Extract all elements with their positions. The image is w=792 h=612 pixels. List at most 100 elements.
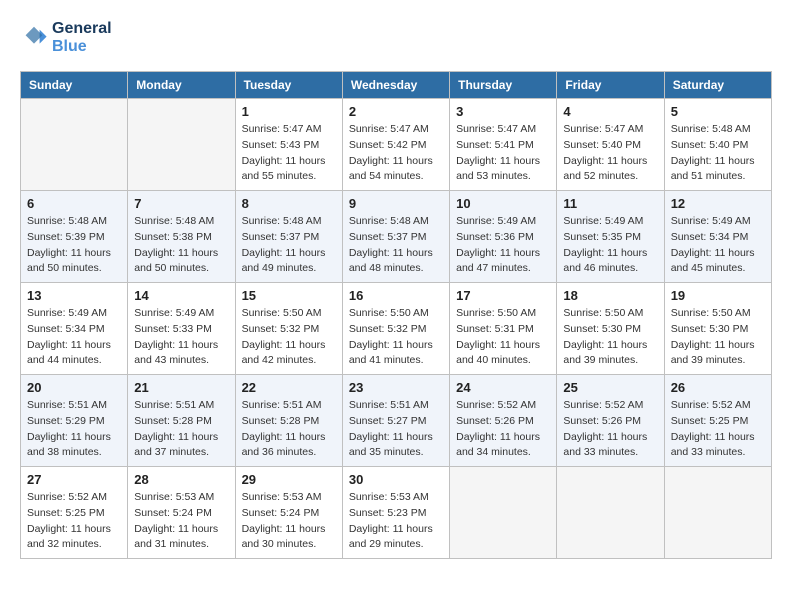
day-number: 21 <box>134 380 228 395</box>
day-number: 8 <box>242 196 336 211</box>
calendar-cell: 18 Sunrise: 5:50 AMSunset: 5:30 PMDayligh… <box>557 283 664 375</box>
calendar-cell: 30Sunrise: 5:53 AMSunset: 5:23 PMDayligh… <box>342 467 449 559</box>
day-info: Sunrise: 5:50 AMSunset: 5:31 PMDaylight:… <box>456 306 550 369</box>
calendar-cell: 29 Sunrise: 5:53 AMSunset: 5:24 PMDayligh… <box>235 467 342 559</box>
weekday-header-row: SundayMondayTuesdayWednesdayThursdayFrid… <box>21 72 772 99</box>
day-number: 14 <box>134 288 228 303</box>
calendar-cell <box>557 467 664 559</box>
day-number: 9 <box>349 196 443 211</box>
day-info: Sunrise: 5:52 AMSunset: 5:25 PMDaylight:… <box>27 490 121 553</box>
calendar-cell <box>128 99 235 191</box>
day-number: 12 <box>671 196 765 211</box>
day-number: 18 <box>563 288 657 303</box>
calendar-cell: 9 Sunrise: 5:48 AMSunset: 5:37 PMDaylight… <box>342 191 449 283</box>
day-info: Sunrise: 5:53 AMSunset: 5:24 PMDaylight:… <box>242 490 336 553</box>
weekday-header-tuesday: Tuesday <box>235 72 342 99</box>
day-number: 7 <box>134 196 228 211</box>
day-info: Sunrise: 5:52 AMSunset: 5:26 PMDaylight:… <box>563 398 657 461</box>
day-info: Sunrise: 5:52 AMSunset: 5:25 PMDaylight:… <box>671 398 765 461</box>
day-number: 11 <box>563 196 657 211</box>
calendar-cell <box>450 467 557 559</box>
day-number: 29 <box>242 472 336 487</box>
day-info: Sunrise: 5:49 AMSunset: 5:34 PMDaylight:… <box>27 306 121 369</box>
day-info: Sunrise: 5:53 AMSunset: 5:24 PMDaylight:… <box>134 490 228 553</box>
day-info: Sunrise: 5:51 AMSunset: 5:28 PMDaylight:… <box>242 398 336 461</box>
logo: General Blue <box>20 20 112 55</box>
day-number: 10 <box>456 196 550 211</box>
day-info: Sunrise: 5:49 AMSunset: 5:36 PMDaylight:… <box>456 214 550 277</box>
day-number: 15 <box>242 288 336 303</box>
calendar-cell: 19Sunrise: 5:50 AMSunset: 5:30 PMDayligh… <box>664 283 771 375</box>
day-info: Sunrise: 5:47 AMSunset: 5:41 PMDaylight:… <box>456 122 550 185</box>
calendar-cell: 14 Sunrise: 5:49 AMSunset: 5:33 PMDayligh… <box>128 283 235 375</box>
calendar-cell: 24 Sunrise: 5:52 AMSunset: 5:26 PMDayligh… <box>450 375 557 467</box>
calendar-cell: 7 Sunrise: 5:48 AMSunset: 5:38 PMDaylight… <box>128 191 235 283</box>
day-number: 23 <box>349 380 443 395</box>
day-info: Sunrise: 5:50 AMSunset: 5:32 PMDaylight:… <box>242 306 336 369</box>
day-number: 16 <box>349 288 443 303</box>
calendar-cell: 4Sunrise: 5:47 AMSunset: 5:40 PMDaylight… <box>557 99 664 191</box>
day-number: 24 <box>456 380 550 395</box>
calendar-cell: 6 Sunrise: 5:48 AMSunset: 5:39 PMDaylight… <box>21 191 128 283</box>
calendar-week-row: 27 Sunrise: 5:52 AMSunset: 5:25 PMDayligh… <box>21 467 772 559</box>
calendar-week-row: 6 Sunrise: 5:48 AMSunset: 5:39 PMDaylight… <box>21 191 772 283</box>
weekday-header-thursday: Thursday <box>450 72 557 99</box>
day-number: 19 <box>671 288 765 303</box>
day-info: Sunrise: 5:51 AMSunset: 5:28 PMDaylight:… <box>134 398 228 461</box>
calendar-cell: 5 Sunrise: 5:48 AMSunset: 5:40 PMDaylight… <box>664 99 771 191</box>
day-info: Sunrise: 5:49 AMSunset: 5:34 PMDaylight:… <box>671 214 765 277</box>
calendar-cell: 12 Sunrise: 5:49 AMSunset: 5:34 PMDayligh… <box>664 191 771 283</box>
day-number: 30 <box>349 472 443 487</box>
day-number: 13 <box>27 288 121 303</box>
day-info: Sunrise: 5:48 AMSunset: 5:37 PMDaylight:… <box>242 214 336 277</box>
weekday-header-saturday: Saturday <box>664 72 771 99</box>
calendar-cell: 2Sunrise: 5:47 AMSunset: 5:42 PMDaylight… <box>342 99 449 191</box>
day-info: Sunrise: 5:48 AMSunset: 5:38 PMDaylight:… <box>134 214 228 277</box>
weekday-header-monday: Monday <box>128 72 235 99</box>
day-info: Sunrise: 5:47 AMSunset: 5:43 PMDaylight:… <box>242 122 336 185</box>
day-number: 6 <box>27 196 121 211</box>
calendar-cell: 10 Sunrise: 5:49 AMSunset: 5:36 PMDayligh… <box>450 191 557 283</box>
calendar-cell <box>21 99 128 191</box>
calendar-cell: 27 Sunrise: 5:52 AMSunset: 5:25 PMDayligh… <box>21 467 128 559</box>
calendar-cell: 28Sunrise: 5:53 AMSunset: 5:24 PMDayligh… <box>128 467 235 559</box>
calendar-cell: 22 Sunrise: 5:51 AMSunset: 5:28 PMDayligh… <box>235 375 342 467</box>
day-number: 17 <box>456 288 550 303</box>
day-info: Sunrise: 5:48 AMSunset: 5:39 PMDaylight:… <box>27 214 121 277</box>
day-info: Sunrise: 5:50 AMSunset: 5:32 PMDaylight:… <box>349 306 443 369</box>
day-info: Sunrise: 5:51 AMSunset: 5:29 PMDaylight:… <box>27 398 121 461</box>
calendar-cell: 11Sunrise: 5:49 AMSunset: 5:35 PMDayligh… <box>557 191 664 283</box>
day-number: 3 <box>456 104 550 119</box>
day-number: 26 <box>671 380 765 395</box>
calendar-cell: 15 Sunrise: 5:50 AMSunset: 5:32 PMDayligh… <box>235 283 342 375</box>
day-number: 4 <box>563 104 657 119</box>
calendar-cell: 8 Sunrise: 5:48 AMSunset: 5:37 PMDaylight… <box>235 191 342 283</box>
day-number: 22 <box>242 380 336 395</box>
day-info: Sunrise: 5:51 AMSunset: 5:27 PMDaylight:… <box>349 398 443 461</box>
weekday-header-wednesday: Wednesday <box>342 72 449 99</box>
logo-text: General Blue <box>52 20 112 55</box>
calendar-cell: 17 Sunrise: 5:50 AMSunset: 5:31 PMDayligh… <box>450 283 557 375</box>
day-info: Sunrise: 5:48 AMSunset: 5:37 PMDaylight:… <box>349 214 443 277</box>
day-number: 20 <box>27 380 121 395</box>
logo-icon <box>20 24 48 52</box>
day-info: Sunrise: 5:48 AMSunset: 5:40 PMDaylight:… <box>671 122 765 185</box>
day-number: 5 <box>671 104 765 119</box>
header: General Blue <box>20 20 772 55</box>
day-info: Sunrise: 5:52 AMSunset: 5:26 PMDaylight:… <box>456 398 550 461</box>
calendar-cell: 16 Sunrise: 5:50 AMSunset: 5:32 PMDayligh… <box>342 283 449 375</box>
weekday-header-sunday: Sunday <box>21 72 128 99</box>
calendar: SundayMondayTuesdayWednesdayThursdayFrid… <box>20 71 772 559</box>
day-number: 1 <box>242 104 336 119</box>
day-number: 25 <box>563 380 657 395</box>
calendar-cell: 13 Sunrise: 5:49 AMSunset: 5:34 PMDayligh… <box>21 283 128 375</box>
calendar-cell: 23 Sunrise: 5:51 AMSunset: 5:27 PMDayligh… <box>342 375 449 467</box>
day-info: Sunrise: 5:49 AMSunset: 5:33 PMDaylight:… <box>134 306 228 369</box>
day-number: 27 <box>27 472 121 487</box>
day-number: 2 <box>349 104 443 119</box>
weekday-header-friday: Friday <box>557 72 664 99</box>
day-info: Sunrise: 5:50 AMSunset: 5:30 PMDaylight:… <box>563 306 657 369</box>
calendar-cell: 26 Sunrise: 5:52 AMSunset: 5:25 PMDayligh… <box>664 375 771 467</box>
calendar-cell: 25 Sunrise: 5:52 AMSunset: 5:26 PMDayligh… <box>557 375 664 467</box>
calendar-cell: 20 Sunrise: 5:51 AMSunset: 5:29 PMDayligh… <box>21 375 128 467</box>
